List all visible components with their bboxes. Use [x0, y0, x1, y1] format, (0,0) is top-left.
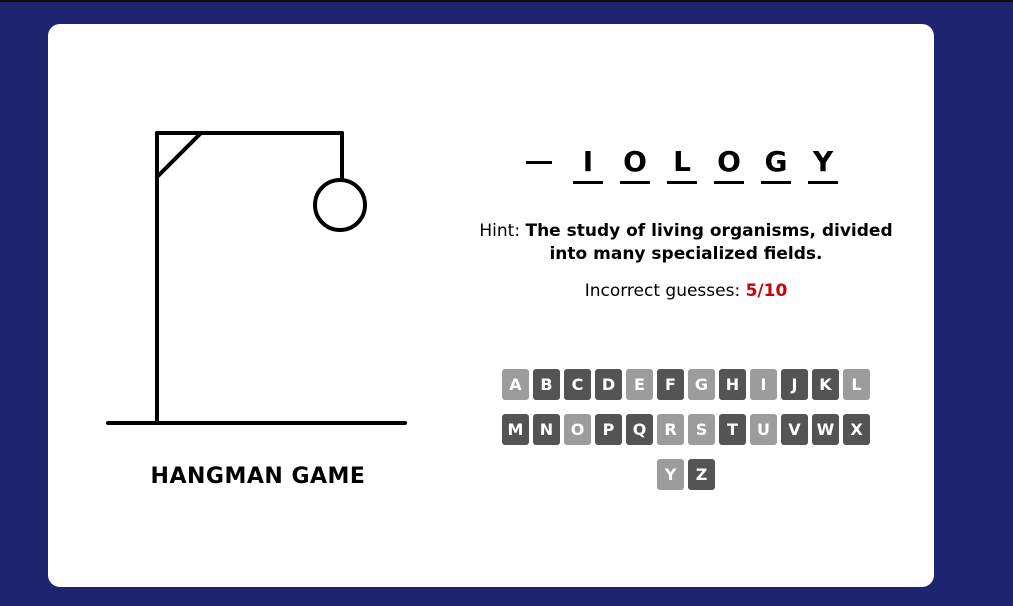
key-m[interactable]: M — [502, 414, 529, 445]
word-display: IOLOGY — [526, 140, 855, 184]
top-border — [0, 0, 1013, 2]
hangman-head — [313, 178, 367, 232]
hint-text: The study of living organisms, divided i… — [525, 221, 893, 264]
word-letter: O — [623, 145, 647, 178]
key-v[interactable]: V — [781, 414, 808, 445]
key-a: A — [502, 369, 529, 400]
guesses-count: 5/10 — [745, 281, 788, 301]
word-letter: G — [764, 145, 788, 178]
key-u: U — [750, 414, 777, 445]
word-slot: G — [761, 144, 791, 184]
word-underline — [620, 181, 650, 184]
key-e: E — [626, 369, 653, 400]
key-l: L — [843, 369, 870, 400]
key-p[interactable]: P — [595, 414, 622, 445]
game-card: HANGMAN GAME IOLOGY Hint: The study of l… — [48, 24, 934, 587]
key-o: O — [564, 414, 591, 445]
word-underline — [761, 181, 791, 184]
key-j[interactable]: J — [781, 369, 808, 400]
incorrect-guesses: Incorrect guesses: 5/10 — [478, 281, 894, 301]
word-slot: O — [620, 144, 650, 184]
key-t[interactable]: T — [719, 414, 746, 445]
key-g: G — [688, 369, 715, 400]
key-d[interactable]: D — [595, 369, 622, 400]
word-slot: L — [667, 144, 697, 184]
word-letter: O — [717, 145, 741, 178]
key-z[interactable]: Z — [688, 459, 715, 490]
letter-keyboard: ABCDEFGHIJKL MNOPQRSTUVWX YZ — [478, 369, 894, 504]
key-f[interactable]: F — [657, 369, 684, 400]
game-title: HANGMAN GAME — [150, 464, 366, 489]
key-w[interactable]: W — [812, 414, 839, 445]
word-slot: Y — [808, 144, 838, 184]
key-q[interactable]: Q — [626, 414, 653, 445]
key-s: S — [688, 414, 715, 445]
key-c[interactable]: C — [564, 369, 591, 400]
word-slot-blank — [526, 144, 556, 184]
key-y: Y — [657, 459, 684, 490]
word-underline — [667, 181, 697, 184]
key-r: R — [657, 414, 684, 445]
key-h[interactable]: H — [719, 369, 746, 400]
key-k[interactable]: K — [812, 369, 839, 400]
guesses-label: Incorrect guesses: — [584, 281, 741, 301]
word-letter: I — [582, 145, 594, 178]
word-slot: I — [573, 144, 603, 184]
word-underline — [808, 181, 838, 184]
keyboard-row: ABCDEFGHIJKL — [478, 369, 894, 400]
key-b[interactable]: B — [533, 369, 560, 400]
gallows-brace — [155, 131, 203, 179]
keyboard-row: MNOPQRSTUVWX — [478, 414, 894, 445]
keyboard-row: YZ — [478, 459, 894, 490]
hint: Hint: The study of living organisms, div… — [478, 220, 894, 266]
word-slot: O — [714, 144, 744, 184]
word-underline — [714, 181, 744, 184]
key-i: I — [750, 369, 777, 400]
key-n[interactable]: N — [533, 414, 560, 445]
word-letter: L — [673, 145, 691, 178]
key-x[interactable]: X — [843, 414, 870, 445]
hint-label: Hint: — [479, 221, 521, 241]
hangman-drawing — [106, 131, 407, 425]
word-underline — [573, 181, 603, 184]
word-letter: Y — [812, 145, 834, 178]
word-underline — [526, 161, 552, 164]
